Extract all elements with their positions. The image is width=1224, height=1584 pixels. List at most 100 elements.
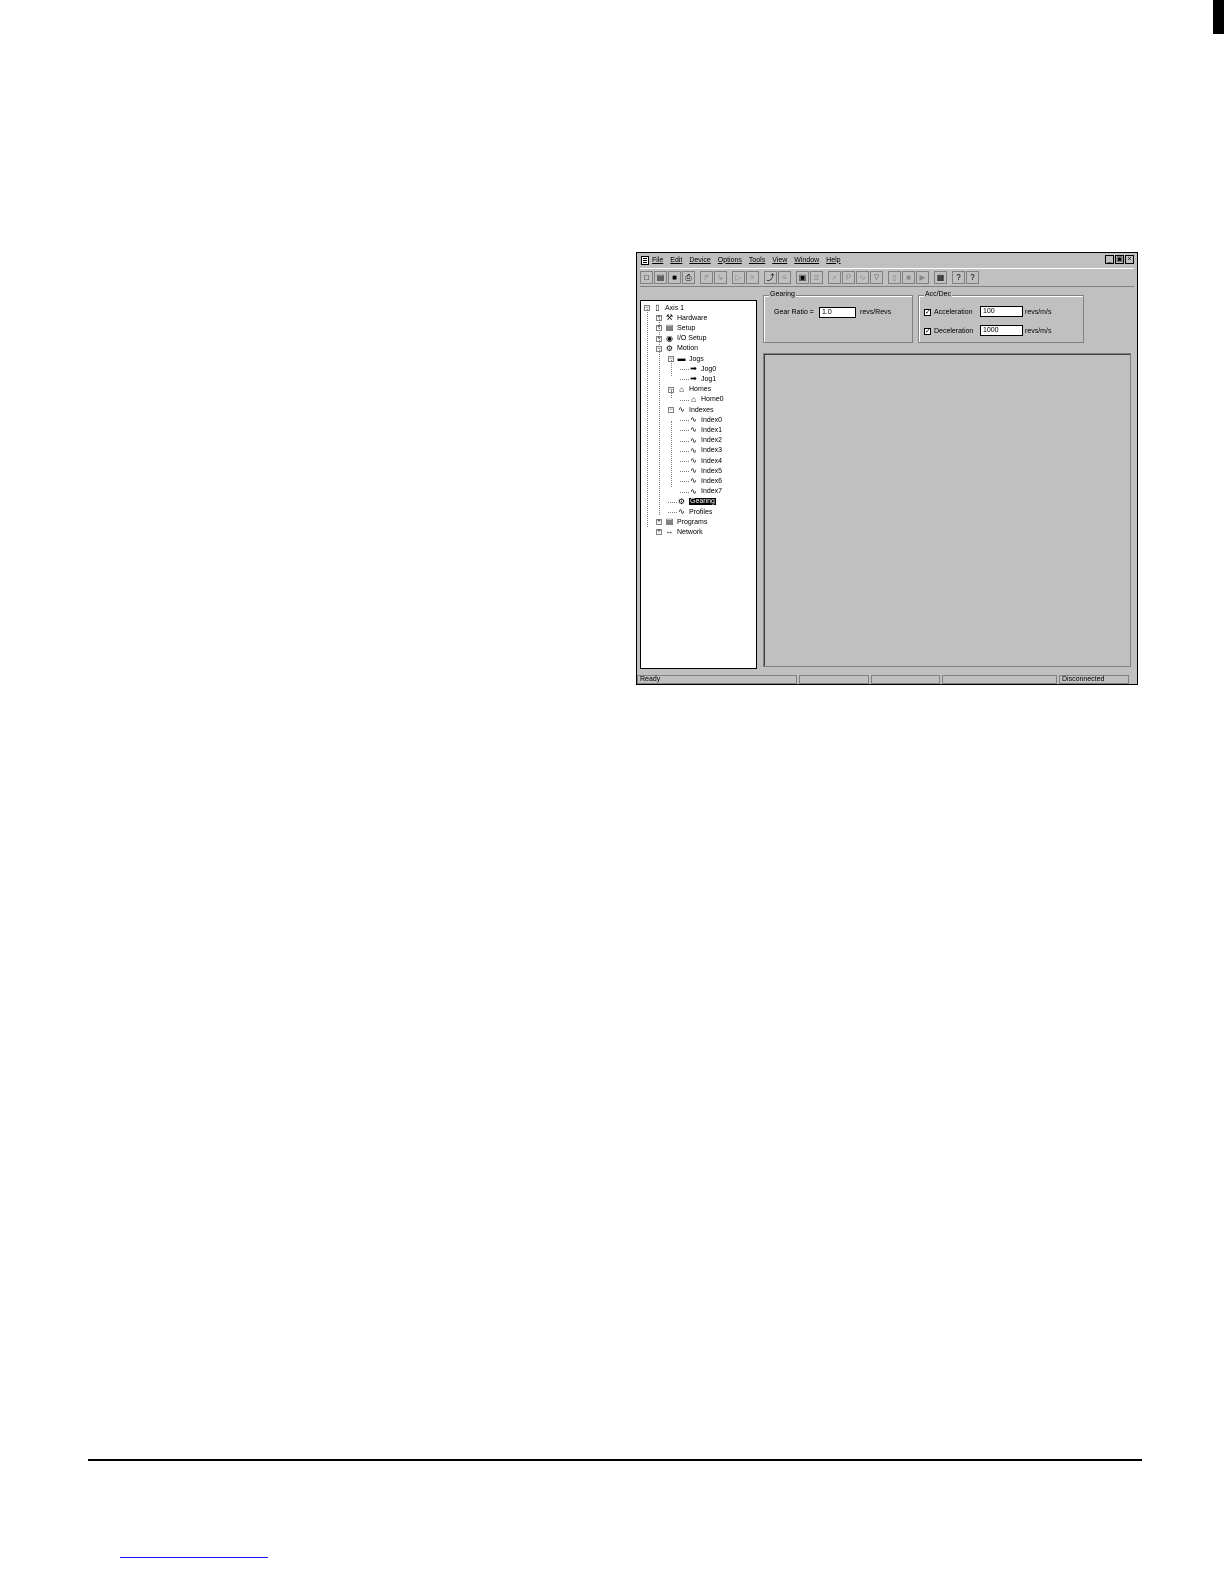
zoom-button[interactable]: ⌕ bbox=[828, 271, 841, 284]
acceleration-input[interactable]: 100 bbox=[980, 306, 1023, 317]
status-cell-3 bbox=[871, 674, 940, 684]
block-icon: ■ bbox=[906, 272, 911, 282]
tree-item-index6[interactable]: ∿ Index6 bbox=[680, 476, 722, 486]
menu-help[interactable]: Help bbox=[826, 257, 840, 264]
menu-edit[interactable]: Edit bbox=[670, 257, 682, 264]
tree-connector bbox=[680, 436, 689, 442]
minimize-button[interactable]: _ bbox=[1105, 255, 1114, 264]
print-icon: ⎙ bbox=[685, 272, 692, 282]
new-button[interactable]: □ bbox=[640, 271, 653, 284]
tree-item-index5[interactable]: ∿ Index5 bbox=[680, 466, 722, 476]
tree-item-i-o-setup[interactable]: + ◉ I/O Setup bbox=[656, 334, 707, 344]
tree-item-jog1[interactable]: ➡ Jog1 bbox=[680, 374, 716, 384]
view-icon: ▦ bbox=[936, 272, 945, 282]
document-icon[interactable] bbox=[641, 255, 649, 265]
status-text: Ready bbox=[637, 674, 797, 684]
params-button[interactable]: ≣ bbox=[810, 271, 823, 284]
restore-button[interactable]: ▣ bbox=[1115, 255, 1124, 264]
tree-node-label: Indexes bbox=[689, 406, 714, 414]
tree-item-index7[interactable]: ∿ Index7 bbox=[680, 487, 722, 497]
menu-bar: File Edit Device Options Tools View Wind… bbox=[637, 253, 1137, 267]
gearing-group-title: Gearing bbox=[769, 291, 796, 298]
tree-connector bbox=[680, 425, 689, 432]
tree-item-network[interactable]: + ↔ Network bbox=[656, 527, 703, 537]
tree-item-setup[interactable]: + ▤ Setup bbox=[656, 323, 695, 333]
expand-icon[interactable]: + bbox=[656, 529, 662, 536]
tree-node-icon: ⚙ bbox=[665, 343, 674, 353]
tree-item-hardware[interactable]: + ⚒ Hardware bbox=[656, 313, 707, 323]
view-button[interactable]: ▦ bbox=[934, 271, 947, 284]
tree-node-label: Index1 bbox=[701, 426, 723, 434]
close-button[interactable]: × bbox=[1125, 255, 1134, 264]
tree-node-icon: ▤ bbox=[665, 517, 674, 527]
tree-item-axis-1[interactable]: − ▯ Axis 1 bbox=[644, 303, 684, 313]
tree-item-jog0[interactable]: ➡ Jog0 bbox=[680, 364, 716, 374]
deceleration-checkbox[interactable]: ✓ bbox=[924, 328, 931, 335]
tree-item-jogs[interactable]: − ▬ Jogs bbox=[668, 354, 704, 364]
tree-guide-line bbox=[671, 360, 672, 376]
tree-item-profiles[interactable]: ∿ Profiles bbox=[668, 507, 712, 517]
open-button[interactable]: ▤ bbox=[654, 271, 667, 284]
gear-ratio-input[interactable]: 1.0 bbox=[819, 307, 856, 318]
scope-button[interactable]: ∇ bbox=[870, 271, 883, 284]
tree-node-icon: ⚒ bbox=[665, 313, 674, 323]
work-area[interactable] bbox=[763, 353, 1131, 667]
block-button[interactable]: ■ bbox=[902, 271, 915, 284]
help-button[interactable]: ? bbox=[952, 271, 965, 284]
device-button[interactable]: ▯ bbox=[888, 271, 901, 284]
tree-item-motion[interactable]: − ⚙ Motion bbox=[656, 344, 698, 354]
run-button[interactable]: ▷ bbox=[732, 271, 745, 284]
watch-button[interactable]: ▣ bbox=[796, 271, 809, 284]
menu-options[interactable]: Options bbox=[718, 257, 742, 264]
program-button[interactable]: P bbox=[842, 271, 855, 284]
download-button[interactable]: ↳ bbox=[714, 271, 727, 284]
limit-button[interactable]: ≡ bbox=[778, 271, 791, 284]
menu-device[interactable]: Device bbox=[689, 257, 710, 264]
stop-button[interactable]: × bbox=[746, 271, 759, 284]
tree-guide-line bbox=[671, 390, 672, 398]
tree-item-index2[interactable]: ∿ Index2 bbox=[680, 436, 722, 446]
tree-node-label: Jog0 bbox=[701, 365, 717, 373]
menu-view[interactable]: View bbox=[772, 257, 787, 264]
menu-tools[interactable]: Tools bbox=[749, 257, 765, 264]
upload-button[interactable]: ↱ bbox=[700, 271, 713, 284]
gear-ratio-label: Gear Ratio = bbox=[774, 309, 814, 316]
menu-file[interactable]: File bbox=[652, 257, 663, 264]
expand-icon[interactable]: + bbox=[656, 519, 662, 526]
tree-connector bbox=[680, 446, 689, 452]
tree-item-index4[interactable]: ∿ Index4 bbox=[680, 456, 722, 466]
tree-item-home0[interactable]: ⌂ Home0 bbox=[680, 395, 724, 405]
project-tree[interactable]: − ▯ Axis 1 + ⚒ Hardware + ▤ Setup + ◉ I/O Setup − ⚙ Mo… bbox=[640, 300, 757, 669]
tree-node-icon: ↔ bbox=[665, 527, 674, 537]
tree-item-programs[interactable]: + ▤ Programs bbox=[656, 517, 707, 527]
tree-node-icon: ◉ bbox=[666, 333, 673, 343]
tree-connector bbox=[680, 456, 689, 462]
tree-node-icon: ⌂ bbox=[691, 394, 696, 404]
jog-button[interactable]: ⤴ bbox=[764, 271, 777, 284]
context-help-button[interactable]: ? bbox=[966, 271, 979, 284]
collapse-icon[interactable]: − bbox=[668, 407, 674, 413]
scope-icon: ∇ bbox=[873, 272, 880, 282]
tree-item-index0[interactable]: ∿ Index0 bbox=[680, 415, 722, 425]
print-button[interactable]: ⎙ bbox=[682, 271, 695, 284]
save-button[interactable]: ■ bbox=[668, 271, 681, 284]
tree-item-homes[interactable]: − ⌂ Homes bbox=[668, 385, 711, 395]
footer-link-underline[interactable] bbox=[120, 1557, 268, 1558]
tree-node-label: Index6 bbox=[701, 477, 723, 485]
footer-rule bbox=[88, 1459, 1142, 1461]
tree-node-label: Index0 bbox=[701, 416, 723, 424]
tree-node-icon: ∿ bbox=[678, 405, 685, 414]
deceleration-input[interactable]: 1000 bbox=[980, 325, 1023, 336]
tree-node-label: Jogs bbox=[689, 355, 704, 363]
tree-item-indexes[interactable]: − ∿ Indexes bbox=[668, 405, 714, 415]
acceleration-checkbox[interactable]: ✓ bbox=[924, 309, 931, 316]
profile-button[interactable]: ∿ bbox=[856, 271, 869, 284]
toolbar: □ ▤ ■ ⎙ ↱ ↳ ▷ × ⤴ ≡ ▣ ≣ ⌕ P ∿ ∇ ▯ ■ ▶ ▦?? bbox=[640, 268, 1134, 287]
tree-item-index3[interactable]: ∿ Index3 bbox=[680, 446, 722, 456]
next-button[interactable]: ▶ bbox=[916, 271, 929, 284]
tree-item-gearing[interactable]: ⚙ Gearing bbox=[668, 497, 716, 507]
gearing-group: Gearing Gear Ratio = 1.0 revs/Revs bbox=[763, 291, 913, 343]
menu-window[interactable]: Window bbox=[794, 257, 819, 264]
tree-item-index1[interactable]: ∿ Index1 bbox=[680, 425, 722, 435]
acceleration-units: revs/m/s bbox=[1025, 309, 1052, 316]
